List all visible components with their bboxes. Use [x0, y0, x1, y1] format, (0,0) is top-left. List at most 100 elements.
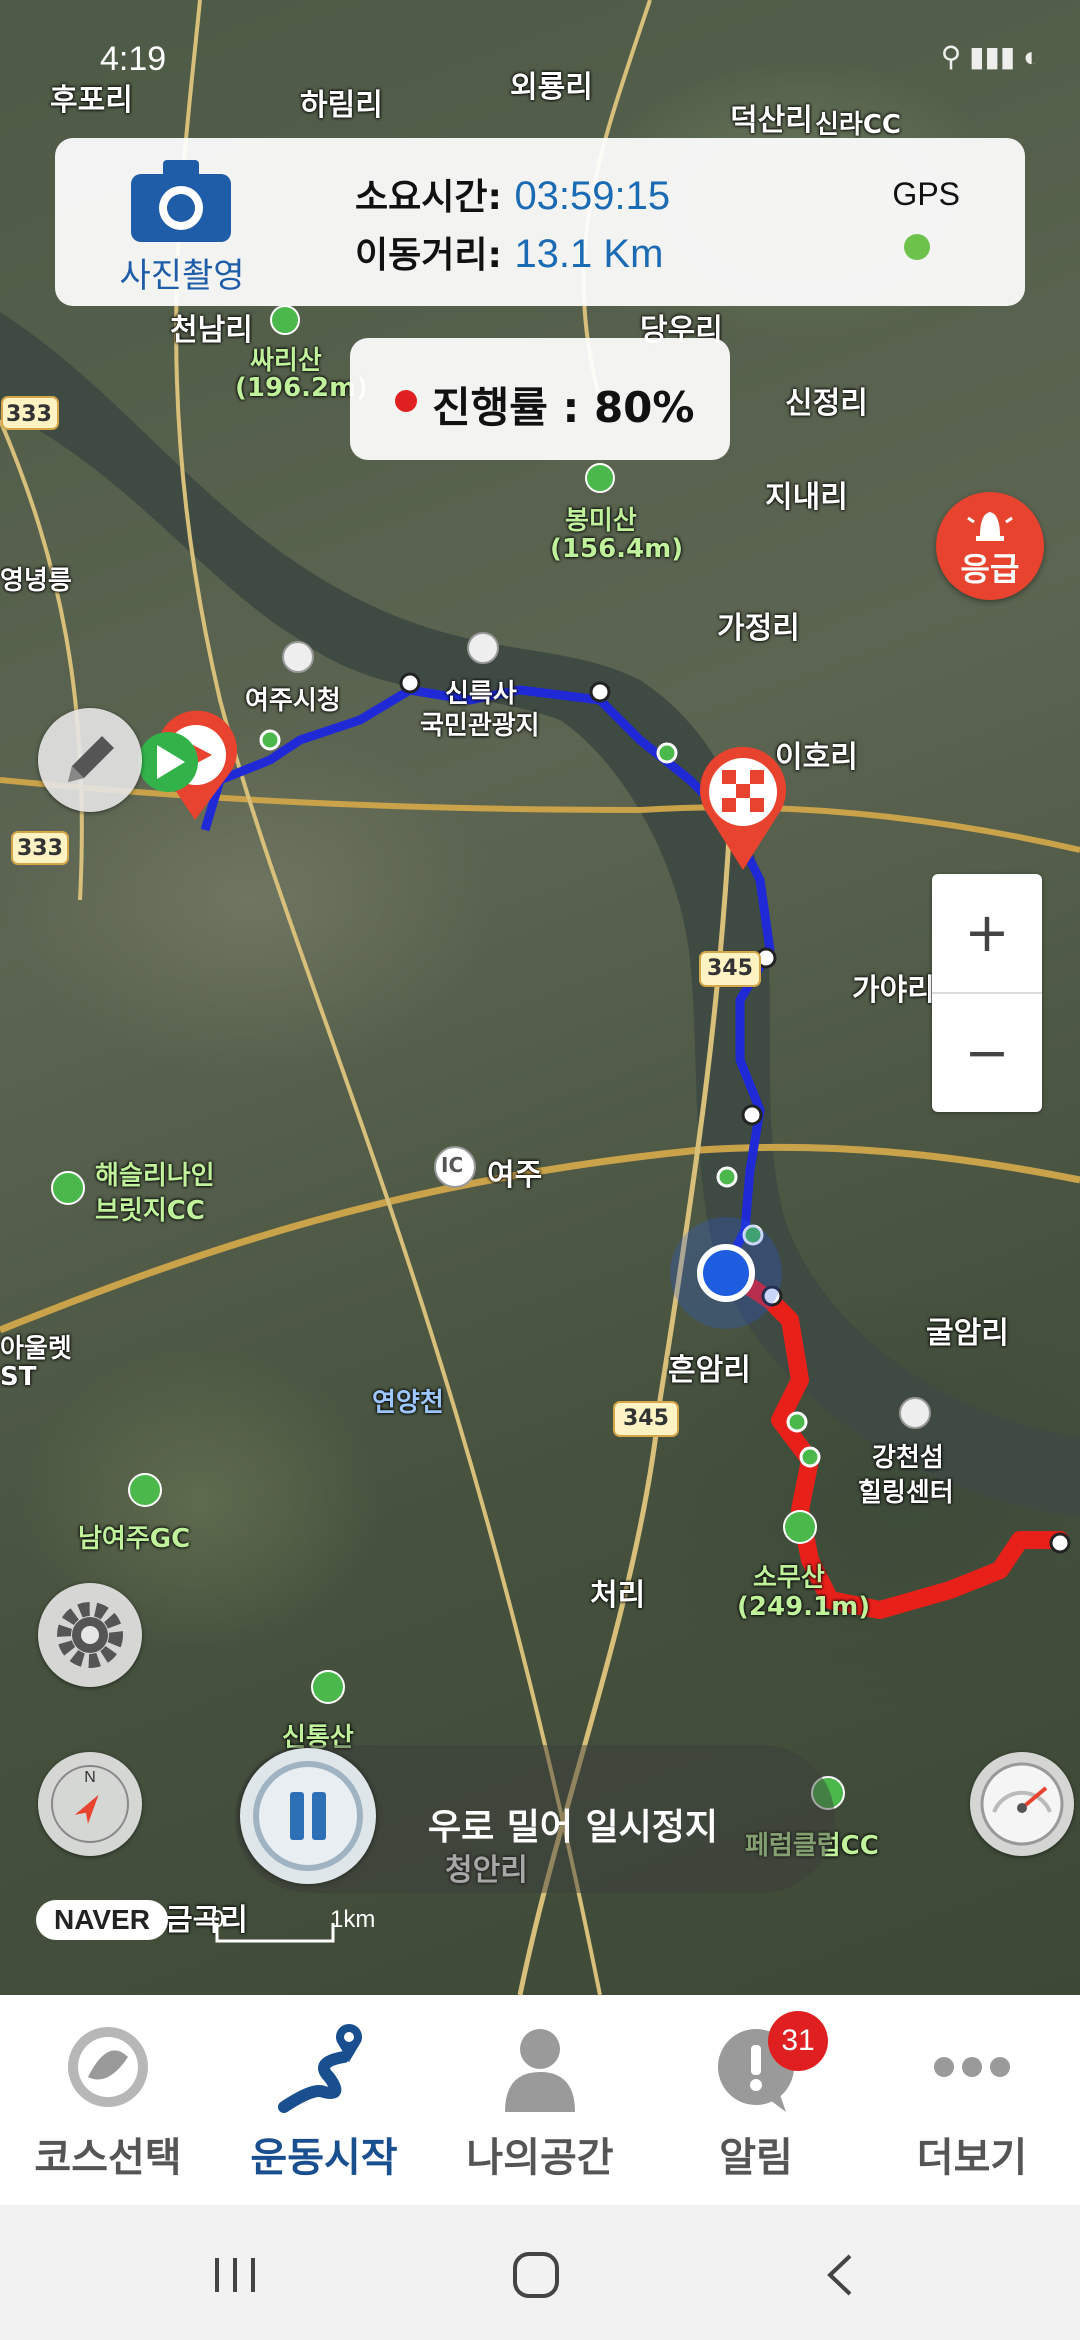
back-icon[interactable] [810, 2250, 870, 2300]
mountain-icon [585, 463, 615, 493]
status-bar: 4:19 ⚲ ▮▮▮ ◐ [0, 0, 1080, 120]
distance-value: 13.1 Km [514, 232, 664, 276]
scale-start-label: 0 [211, 1906, 225, 1933]
zoom-in-button[interactable]: + [932, 874, 1042, 994]
map-label: 해슬리나인 [95, 1161, 215, 1191]
map-label: 가야리 [852, 973, 935, 1008]
bottom-tab-bar: 코스선택 운동시작 나의공간 31 알림 더보기 [0, 1995, 1080, 2205]
map-label: (156.4m) [550, 534, 684, 564]
map-label: 여주 [487, 1158, 543, 1193]
progress-pill: 진행률 : 80% [350, 338, 730, 460]
speedometer-icon [980, 1762, 1064, 1846]
system-nav-bar [0, 2205, 1080, 2340]
tab-label: 알림 [719, 2135, 793, 2181]
status-icons: ⚲ ▮▮▮ ◐ [940, 41, 1040, 72]
recent-apps-icon[interactable] [205, 2250, 265, 2300]
elapsed-time-row: 소요시간: 03:59:15 [355, 168, 670, 220]
distance-label: 이동거리: [355, 235, 502, 276]
photo-button[interactable]: 사진촬영 [119, 156, 245, 296]
road-number: 333 [6, 402, 52, 427]
checkpoint [786, 1411, 808, 1433]
notification-badge: 31 [768, 2011, 828, 2071]
map-scale-bar [215, 1923, 335, 1943]
pencil-icon [68, 736, 114, 782]
golf-icon [51, 1171, 85, 1205]
center-icon [899, 1397, 931, 1429]
golf-icon [128, 1473, 162, 1507]
map-label: 처리 [590, 1578, 646, 1613]
map-label: (249.1m) [737, 1592, 871, 1622]
road-number: 345 [707, 956, 753, 981]
more-dots-icon [934, 2057, 1010, 2077]
river-shape [0, 312, 1080, 1518]
map-label: 국민관광지 [420, 711, 540, 741]
waypoint [399, 672, 421, 694]
checkpoint [656, 742, 678, 764]
tab-start-workout[interactable]: 운동시작 [216, 1995, 432, 2205]
scale-end-label: 1km [330, 1906, 376, 1933]
status-time: 4:19 [100, 40, 167, 78]
waypoint [741, 1104, 763, 1126]
building-icon [282, 641, 314, 673]
west-road [0, 419, 84, 901]
zoom-controls: + − [932, 874, 1042, 1112]
speedometer-button[interactable] [970, 1752, 1074, 1856]
emergency-label: 응급 [960, 550, 1020, 588]
temple-icon [467, 632, 499, 664]
waypoint [589, 681, 611, 703]
map-label: 남여주GC [78, 1524, 191, 1554]
route-icon [278, 2024, 362, 2113]
gps-label: GPS [892, 176, 960, 212]
tab-more[interactable]: 더보기 [864, 1995, 1080, 2205]
pause-hint-text: 우로 밀어 일시정지 [428, 1807, 719, 1848]
map-label: 힐링센터 [858, 1478, 954, 1508]
map-attribution: NAVER [36, 1900, 168, 1940]
map-label: ST [0, 1362, 37, 1392]
waypoint [1049, 1532, 1071, 1554]
checkpoint [716, 1166, 738, 1188]
road-number: 333 [17, 836, 63, 861]
settings-button[interactable] [38, 1583, 142, 1687]
map-label: 흔암리 [668, 1353, 751, 1388]
edit-button[interactable] [38, 708, 142, 812]
gps-status-indicator [904, 234, 930, 260]
pause-button[interactable] [240, 1748, 376, 1884]
tab-label: 더보기 [916, 2135, 1028, 2181]
map-label: 영녕릉 [0, 566, 72, 596]
compass-button[interactable]: N [38, 1752, 142, 1856]
map-label: 아울렛 [0, 1334, 72, 1364]
pause-icon [253, 1761, 363, 1871]
mountain-icon [311, 1670, 345, 1704]
tab-course-select[interactable]: 코스선택 [0, 1995, 216, 2205]
zoom-out-button[interactable]: − [932, 994, 1042, 1112]
course-logo-icon [68, 2027, 148, 2107]
elapsed-time-value: 03:59:15 [514, 174, 671, 218]
map-label: 가정리 [717, 611, 800, 646]
tab-label: 코스선택 [34, 2135, 182, 2181]
map-label: 소무산 [753, 1563, 825, 1593]
person-icon [505, 2029, 575, 2112]
map-label: 지내리 [765, 480, 848, 515]
home-icon[interactable] [505, 2250, 565, 2300]
map-label: 연양천 [372, 1388, 444, 1418]
progress-text: 진행률 : 80% [432, 383, 695, 432]
map-label: 신정리 [785, 386, 868, 421]
current-location-dot [697, 1244, 755, 1302]
emergency-button[interactable]: 응급 [936, 492, 1044, 600]
tab-notifications[interactable]: 31 알림 [648, 1995, 864, 2205]
camera-icon [131, 160, 231, 242]
mountain-icon [783, 1510, 817, 1544]
checkpoint [799, 1446, 821, 1468]
map-label: 굴암리 [926, 1316, 1009, 1351]
svg-text:N: N [84, 1769, 96, 1786]
checkpoint [259, 729, 281, 751]
progress-dot [395, 390, 417, 412]
tab-my-space[interactable]: 나의공간 [432, 1995, 648, 2205]
map-label: 봉미산 [565, 506, 637, 536]
map-label: 이호리 [775, 740, 858, 775]
map-label: 브릿지CC [95, 1196, 205, 1226]
start-flag-pin[interactable] [138, 710, 237, 820]
map-label: 천남리 [170, 313, 253, 348]
workout-info-panel: 사진촬영 소요시간: 03:59:15 이동거리: 13.1 Km GPS [55, 138, 1025, 306]
photo-button-label: 사진촬영 [119, 256, 245, 296]
